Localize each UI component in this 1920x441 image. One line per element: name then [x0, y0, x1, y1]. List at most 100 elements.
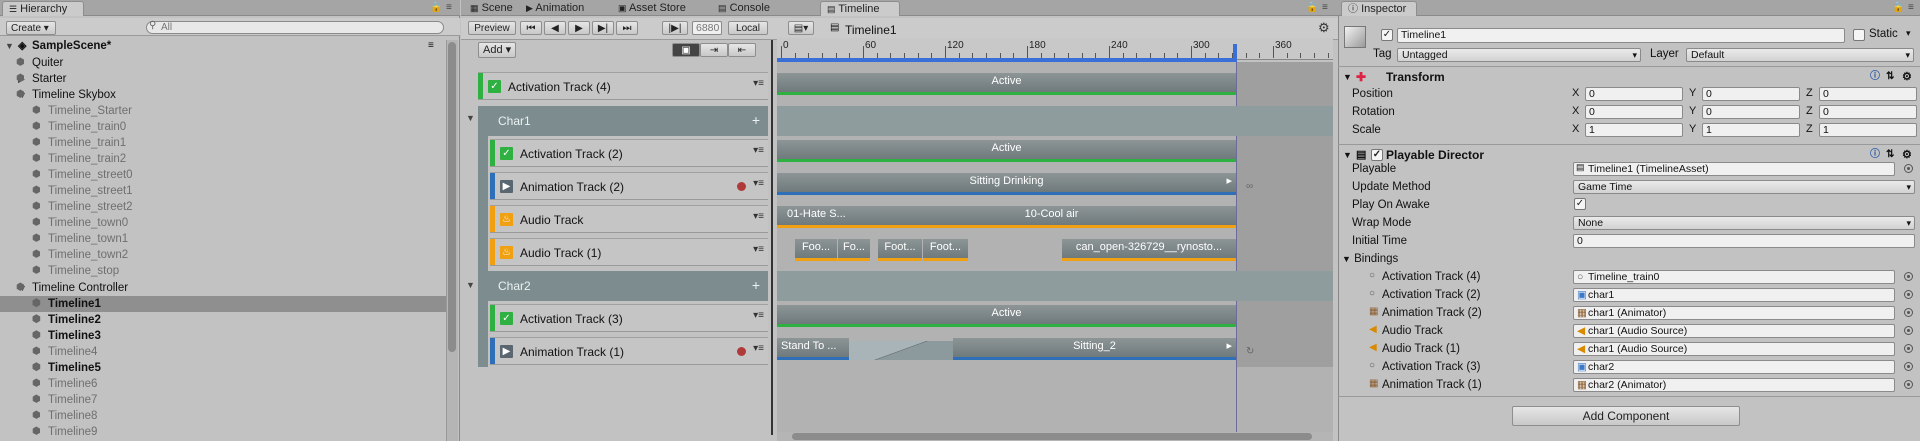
add-component-button[interactable]: Add Component: [1512, 406, 1740, 426]
goto-start-button[interactable]: ⏮: [520, 21, 542, 35]
clip-sitting-drinking[interactable]: Sitting Drinking ▸: [777, 173, 1236, 195]
track-audio[interactable]: ♨ Audio Track ▾≡: [490, 205, 768, 233]
foldout-arrow-icon[interactable]: ▼: [1343, 146, 1352, 164]
checkbox-icon[interactable]: ✓: [500, 312, 513, 325]
play-on-awake-checkbox[interactable]: ✓: [1574, 198, 1586, 210]
layer-dropdown[interactable]: Default: [1686, 48, 1914, 62]
hierarchy-item[interactable]: ▼ ⬢ Timeline Skybox: [0, 87, 446, 103]
hierarchy-item[interactable]: ⬢ Timeline6: [0, 376, 446, 392]
checkbox-icon[interactable]: ✓: [488, 80, 501, 93]
clip-fo-2[interactable]: Fo...: [838, 239, 870, 261]
track-activation-3[interactable]: ✓ Activation Track (3) ▾≡: [490, 304, 768, 332]
play-range-button[interactable]: |▶|: [662, 21, 688, 35]
tab-inspector[interactable]: ⓘ Inspector: [1341, 1, 1417, 16]
initial-time-field[interactable]: 0: [1573, 234, 1915, 248]
scene-menu-icon[interactable]: ≡: [428, 38, 434, 54]
hierarchy-item[interactable]: ⬢ Timeline_town2: [0, 247, 446, 263]
object-picker-icon[interactable]: [1904, 164, 1913, 173]
menu-icon[interactable]: ≡: [446, 2, 452, 13]
transform-header[interactable]: ▼ ✚ Transform ⓘ ⇅ ⚙: [1338, 68, 1920, 86]
object-picker-icon[interactable]: [1904, 344, 1913, 353]
clip-active-3[interactable]: Active: [777, 305, 1236, 327]
hierarchy-scroll-thumb[interactable]: [448, 42, 456, 352]
edit-mode-ripple-button[interactable]: ⇥: [700, 43, 728, 57]
hierarchy-item[interactable]: ⬢ Timeline4: [0, 344, 446, 360]
hierarchy-item[interactable]: ⬢ Timeline2: [0, 312, 446, 328]
scene-row[interactable]: ▼ ◈ SampleScene* ≡: [0, 38, 446, 54]
hierarchy-item[interactable]: ⬢ Timeline_street2: [0, 199, 446, 215]
gear-icon[interactable]: ⚙: [1318, 20, 1330, 36]
hierarchy-item[interactable]: ⬢ Timeline1: [0, 296, 446, 312]
timeline-hscroll-thumb[interactable]: [792, 433, 1312, 440]
hierarchy-item[interactable]: ⬢ Timeline_street0: [0, 167, 446, 183]
active-checkbox[interactable]: ✓: [1381, 29, 1393, 41]
track-menu-icon[interactable]: ▾≡: [753, 145, 764, 156]
timeline-asset-name[interactable]: Timeline1: [845, 23, 897, 37]
clip-stand-to[interactable]: Stand To ...: [777, 338, 849, 360]
binding-object-field[interactable]: ▣ char1: [1573, 288, 1895, 302]
playable-field[interactable]: Timeline1 (TimelineAsset): [1573, 162, 1895, 176]
tab-animation[interactable]: ▶ Animation: [520, 1, 590, 16]
scale-y-field[interactable]: 1: [1702, 123, 1800, 137]
record-icon[interactable]: [737, 347, 746, 356]
axis-label-x[interactable]: X: [1572, 87, 1579, 99]
clip-hate[interactable]: 01-Hate S...: [777, 206, 867, 228]
clip-foot-4[interactable]: Foot...: [923, 239, 968, 261]
create-button[interactable]: Create ▾: [6, 21, 56, 35]
rotation-z-field[interactable]: 0: [1819, 105, 1917, 119]
object-picker-icon[interactable]: [1904, 326, 1913, 335]
track-menu-icon[interactable]: ▾≡: [753, 178, 764, 189]
group-char1[interactable]: Char1 +: [478, 106, 768, 136]
object-picker-icon[interactable]: [1904, 362, 1913, 371]
timeline-selector[interactable]: ▤▾: [788, 21, 814, 35]
tab-hierarchy[interactable]: ☰ Hierarchy: [2, 1, 84, 16]
add-icon[interactable]: +: [752, 112, 760, 128]
binding-object-field[interactable]: ▦ char2 (Animator): [1573, 378, 1895, 392]
menu-icon[interactable]: ≡: [1908, 2, 1914, 13]
lock-icon[interactable]: 🔒: [430, 2, 442, 13]
position-y-field[interactable]: 0: [1702, 87, 1800, 101]
foldout-arrow-icon[interactable]: ▼: [1342, 254, 1351, 264]
hierarchy-item[interactable]: ⬢ Timeline_Starter: [0, 103, 446, 119]
rotation-x-field[interactable]: 0: [1585, 105, 1683, 119]
hierarchy-item[interactable]: ⬢ Quiter: [0, 55, 446, 71]
object-name-field[interactable]: Timeline1: [1397, 28, 1845, 43]
hierarchy-item[interactable]: ⬢ Timeline_stop: [0, 263, 446, 279]
axis-label-x[interactable]: X: [1572, 105, 1579, 117]
hierarchy-item[interactable]: ⬢ Timeline_street1: [0, 183, 446, 199]
track-activation-2[interactable]: ✓ Activation Track (2) ▾≡: [490, 139, 768, 167]
object-picker-icon[interactable]: [1904, 308, 1913, 317]
binding-object-field[interactable]: ○ Timeline_train0: [1573, 270, 1895, 284]
axis-label-z[interactable]: Z: [1806, 105, 1813, 117]
frame-field[interactable]: 6880: [692, 21, 722, 35]
binding-object-field[interactable]: ▣ char2: [1573, 360, 1895, 374]
edit-mode-replace-button[interactable]: ⇤: [728, 43, 756, 57]
position-z-field[interactable]: 0: [1819, 87, 1917, 101]
lock-icon[interactable]: 🔒: [1892, 2, 1904, 13]
axis-label-y[interactable]: Y: [1689, 123, 1696, 135]
rotation-y-field[interactable]: 0: [1702, 105, 1800, 119]
clip-sitting-2[interactable]: Sitting_2 ▸: [953, 338, 1236, 360]
binding-object-field[interactable]: ◀ char1 (Audio Source): [1573, 342, 1895, 356]
axis-label-x[interactable]: X: [1572, 123, 1579, 135]
track-menu-icon[interactable]: ▾≡: [753, 78, 764, 89]
foldout-arrow-icon[interactable]: ▼: [1343, 68, 1352, 86]
tab-timeline[interactable]: ▤ Timeline: [820, 1, 900, 16]
checkbox-icon[interactable]: ✓: [500, 147, 513, 160]
track-activation-4[interactable]: ✓ Activation Track (4) ▾≡: [478, 72, 768, 100]
lock-icon[interactable]: 🔒: [1306, 2, 1318, 13]
playhead-line[interactable]: [771, 40, 773, 435]
tab-scene[interactable]: ▦ Scene: [464, 1, 519, 16]
preview-button[interactable]: Preview: [468, 21, 516, 35]
axis-label-z[interactable]: Z: [1806, 123, 1813, 135]
end-marker[interactable]: [1233, 44, 1237, 62]
track-menu-icon[interactable]: ▾≡: [753, 211, 764, 222]
play-button[interactable]: ▶: [568, 21, 590, 35]
group-char2[interactable]: Char2 +: [478, 271, 768, 301]
track-menu-icon[interactable]: ▾≡: [753, 244, 764, 255]
wrap-mode-dropdown[interactable]: None: [1573, 216, 1915, 230]
static-dropdown-icon[interactable]: ▾: [1906, 28, 1911, 39]
local-button[interactable]: Local: [728, 21, 768, 35]
hierarchy-item[interactable]: ⬢ Timeline_town0: [0, 215, 446, 231]
track-menu-icon[interactable]: ▾≡: [753, 310, 764, 321]
